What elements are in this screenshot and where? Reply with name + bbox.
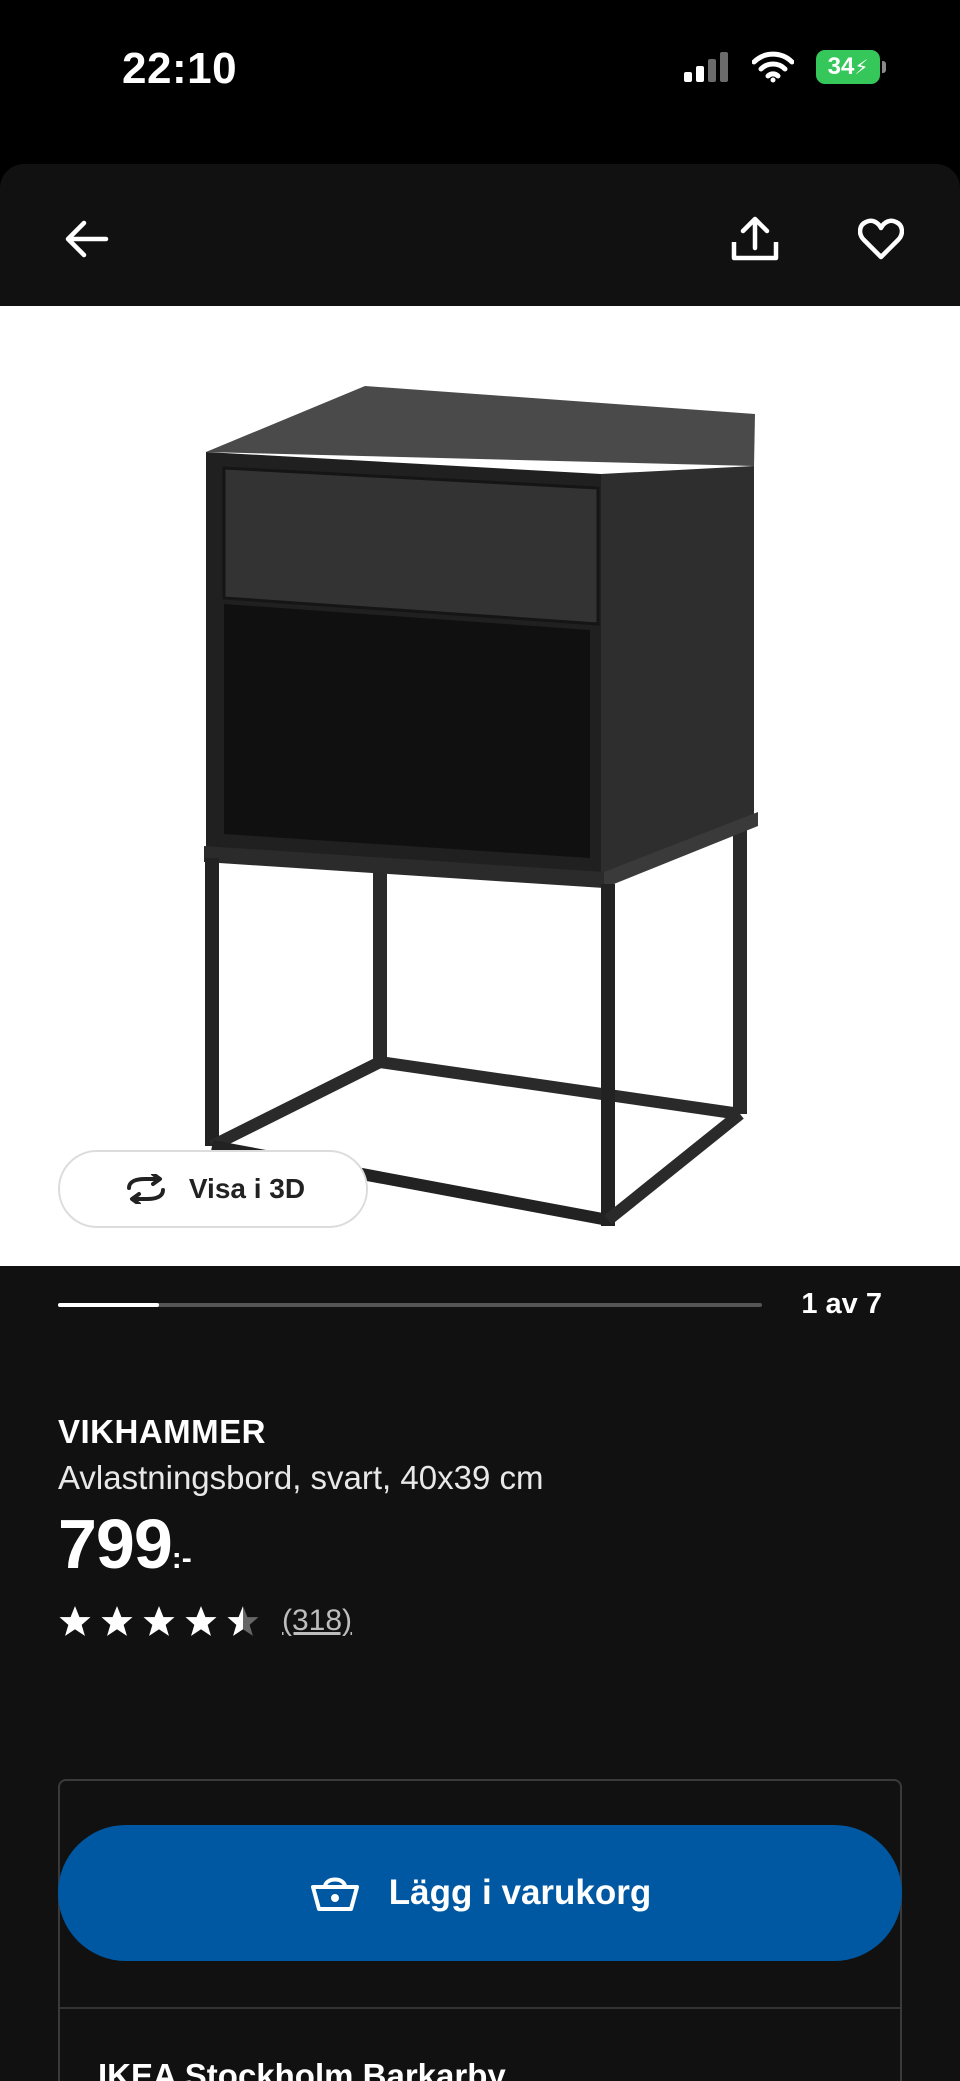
charging-bolt-icon: ⚡ xyxy=(854,56,869,79)
product-sheet: Visa i 3D 1 av 7 VIKHAMMER Avlastningsbo… xyxy=(0,164,960,2081)
product-rating[interactable]: (318) xyxy=(58,1604,352,1638)
cellular-signal-icon xyxy=(684,52,728,82)
price-value: 799 xyxy=(58,1505,173,1583)
product-description: Avlastningsbord, svart, 40x39 cm xyxy=(58,1459,544,1496)
view-in-3d-button[interactable]: Visa i 3D xyxy=(58,1150,368,1228)
bedside-table-image xyxy=(204,386,758,1226)
view-in-3d-label: Visa i 3D xyxy=(188,1173,306,1204)
battery-level: 34 xyxy=(827,53,855,80)
star-icon xyxy=(101,1606,133,1636)
share-button[interactable] xyxy=(710,194,800,284)
store-name[interactable]: IKEA Stockholm Barkarby xyxy=(98,2057,506,2081)
gallery-progress-fill xyxy=(58,1303,159,1307)
arrow-left-icon xyxy=(65,220,109,258)
price-suffix: :- xyxy=(171,1542,192,1575)
star-icon xyxy=(59,1606,91,1636)
shopping-basket-icon xyxy=(310,1877,359,1911)
product-image-gallery[interactable]: Visa i 3D xyxy=(0,306,960,1266)
top-nav-bar xyxy=(0,164,960,306)
gallery-progress-bar xyxy=(58,1303,762,1307)
rotate-3d-icon xyxy=(126,1174,165,1204)
product-price: 799 :- xyxy=(58,1504,192,1584)
product-name: VIKHAMMER xyxy=(58,1413,266,1450)
rating-stars xyxy=(58,1605,260,1637)
battery-charging-icon: 34 ⚡ xyxy=(816,50,886,84)
back-button[interactable] xyxy=(42,194,132,284)
panel-divider xyxy=(60,2007,900,2009)
status-bar: 22:10 34 ⚡ xyxy=(0,0,960,150)
add-to-cart-label: Lägg i varukorg xyxy=(388,1873,652,1912)
purchase-panel: Lägg i varukorg IKEA Stockholm Barkarby xyxy=(58,1779,902,2081)
star-icon xyxy=(185,1606,217,1636)
review-count-link[interactable]: (318) xyxy=(282,1604,352,1638)
share-icon xyxy=(731,216,779,261)
wifi-icon xyxy=(752,51,794,83)
star-icon xyxy=(143,1606,175,1636)
add-to-cart-button[interactable]: Lägg i varukorg xyxy=(58,1825,902,1961)
status-time: 22:10 xyxy=(122,44,238,93)
star-icon xyxy=(227,1606,259,1636)
status-icons: 34 ⚡ xyxy=(684,50,886,84)
heart-icon xyxy=(858,218,904,260)
favorite-button[interactable] xyxy=(836,194,926,284)
gallery-page-counter: 1 av 7 xyxy=(801,1288,882,1320)
